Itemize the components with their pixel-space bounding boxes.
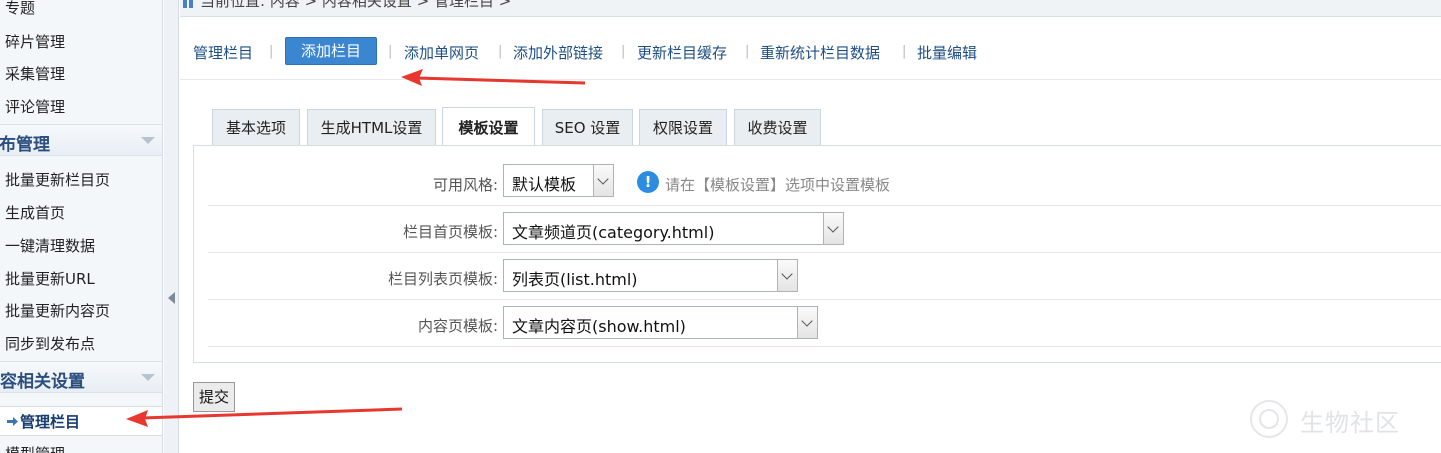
nav-add-single-page[interactable]: 添加单网页 [404, 42, 479, 63]
chevron-down-icon[interactable] [777, 260, 797, 291]
info-icon: ! [637, 171, 659, 193]
sidebar-item-fragments[interactable]: 碎片管理 [5, 32, 65, 52]
sidebar-group-publish[interactable]: 发布管理 [0, 124, 162, 156]
nav-add-external-link[interactable]: 添加外部链接 [513, 42, 603, 63]
sub-navigation: 管理栏目 | 添加栏目 | 添加单网页 | 添加外部链接 | 更新栏目缓存 | … [180, 36, 1441, 80]
nav-separator: | [388, 44, 393, 59]
list-template-label: 栏目列表页模板: [387, 270, 498, 288]
sidebar-group-content-settings[interactable]: 内容相关设置 [0, 361, 162, 393]
category-template-select[interactable]: 文章频道页(category.html) [503, 212, 844, 245]
category-template-label: 栏目首页模板: [402, 223, 498, 241]
sidebar-item-label: 管理栏目 [20, 413, 81, 431]
form-row-style: 可用风格: 默认模板 ! 请在【模板设置】选项中设置模板 [208, 159, 1441, 206]
collapse-left-icon[interactable] [168, 292, 175, 304]
sidebar-item-update-category[interactable]: 批量更新栏目页 [5, 170, 110, 190]
breadcrumb: 当前位置: 内容 > 内容相关设置 > 管理栏目 > [180, 0, 1441, 17]
arrow-right-icon [7, 417, 18, 426]
sidebar-item-models[interactable]: 模型管理 [5, 444, 65, 453]
nav-separator: | [269, 44, 274, 59]
nav-separator: | [745, 44, 750, 59]
home-icon [183, 0, 193, 8]
style-select-value: 默认模板 [512, 175, 577, 194]
sidebar-group-content-label: 内容相关设置 [0, 372, 85, 392]
sidebar-group-publish-label: 发布管理 [0, 135, 50, 155]
show-template-label: 内容页模板: [417, 317, 498, 335]
sidebar-item-generate-home[interactable]: 生成首页 [5, 203, 65, 223]
chevron-down-icon[interactable] [797, 307, 817, 338]
chevron-down-icon[interactable] [593, 165, 613, 196]
sidebar-item-collect[interactable]: 采集管理 [5, 64, 65, 84]
show-template-value: 文章内容页(show.html) [512, 317, 686, 336]
tab-template[interactable]: 模板设置 [442, 107, 535, 146]
watermark-logo-icon [1250, 400, 1288, 438]
tab-permissions[interactable]: 权限设置 [639, 109, 727, 145]
nav-manage-category[interactable]: 管理栏目 [193, 42, 253, 63]
nav-separator: | [902, 44, 907, 59]
sidebar-item-update-url[interactable]: 批量更新URL [5, 269, 95, 289]
tab-seo[interactable]: SEO 设置 [542, 109, 633, 145]
breadcrumb-text: 当前位置: 内容 > 内容相关设置 > 管理栏目 > [200, 0, 512, 10]
submit-button[interactable]: 提交 [193, 382, 235, 412]
main-content: 当前位置: 内容 > 内容相关设置 > 管理栏目 > 管理栏目 | 添加栏目 |… [180, 0, 1441, 453]
nav-recount-category-data[interactable]: 重新统计栏目数据 [760, 42, 880, 63]
sidebar-item-topics[interactable]: 专题 [5, 0, 35, 18]
sidebar-item-update-content[interactable]: 批量更新内容页 [5, 301, 110, 321]
list-template-select[interactable]: 列表页(list.html) [503, 259, 798, 292]
style-tip: 请在【模板设置】选项中设置模板 [665, 176, 891, 194]
sidebar-item-clear-data[interactable]: 一键清理数据 [5, 236, 95, 256]
tab-html[interactable]: 生成HTML设置 [307, 109, 436, 145]
template-settings-panel: 可用风格: 默认模板 ! 请在【模板设置】选项中设置模板 栏目首页模板: 文章频… [193, 145, 1441, 363]
chevron-down-icon [141, 137, 155, 144]
category-template-value: 文章频道页(category.html) [512, 223, 715, 242]
nav-separator: | [621, 44, 626, 59]
nav-separator: | [498, 44, 503, 59]
sidebar-item-manage-category[interactable]: 管理栏目 [0, 406, 162, 436]
sidebar-item-sync[interactable]: 同步到发布点 [5, 334, 95, 354]
sidebar-item-comments[interactable]: 评论管理 [5, 97, 65, 117]
form-row-list-template: 栏目列表页模板: 列表页(list.html) [208, 253, 1441, 300]
style-label: 可用风格: [432, 176, 498, 194]
sidebar: 专题 碎片管理 采集管理 评论管理 发布管理 批量更新栏目页 生成首页 一键清理… [0, 0, 163, 453]
watermark-text: 生物社区 [1300, 409, 1400, 437]
show-template-select[interactable]: 文章内容页(show.html) [503, 306, 818, 339]
form-row-show-template: 内容页模板: 文章内容页(show.html) [208, 300, 1441, 347]
tab-charges[interactable]: 收费设置 [734, 109, 821, 145]
style-select[interactable]: 默认模板 [503, 164, 614, 197]
nav-batch-edit[interactable]: 批量编辑 [917, 42, 977, 63]
form-row-category-template: 栏目首页模板: 文章频道页(category.html) [208, 206, 1441, 253]
list-template-value: 列表页(list.html) [512, 270, 638, 289]
chevron-down-icon[interactable] [823, 213, 843, 244]
sidebar-splitter[interactable] [164, 0, 179, 453]
nav-add-category-button[interactable]: 添加栏目 [285, 37, 377, 65]
tab-basic[interactable]: 基本选项 [212, 109, 300, 145]
chevron-down-icon [141, 374, 155, 381]
nav-update-category-cache[interactable]: 更新栏目缓存 [637, 42, 727, 63]
